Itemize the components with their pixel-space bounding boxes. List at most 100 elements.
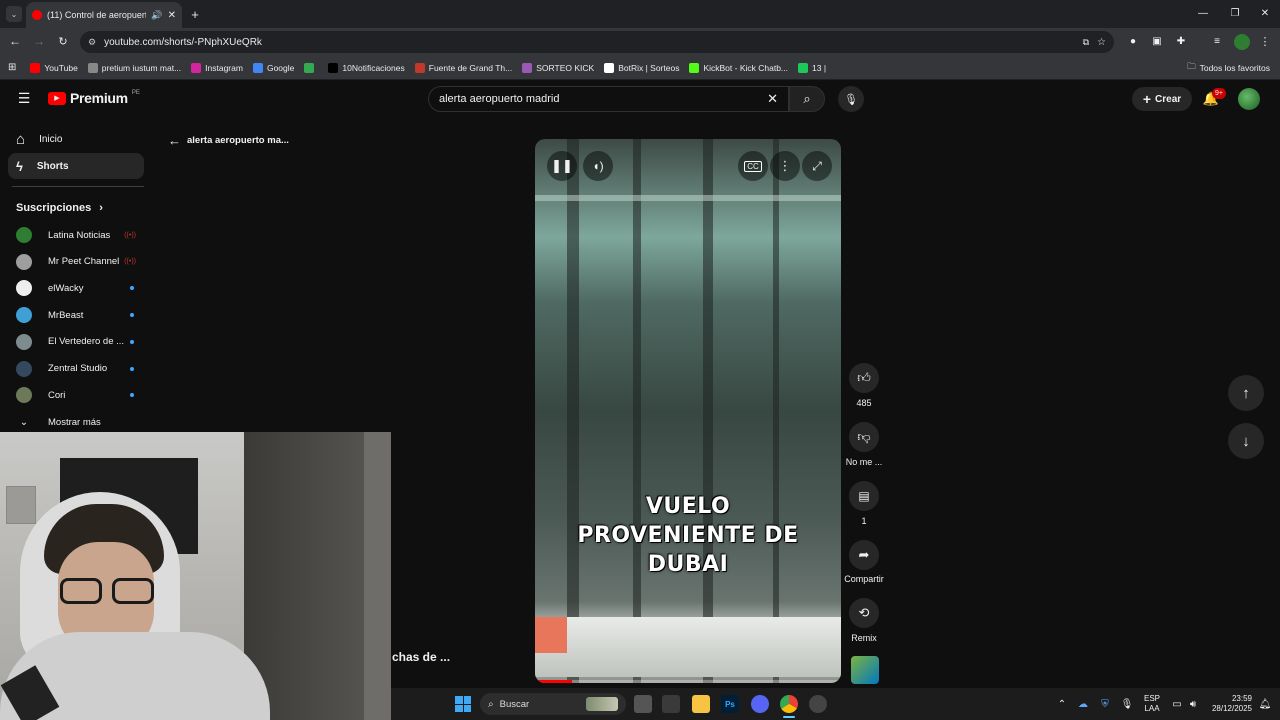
comments-button[interactable]: ▤ xyxy=(849,481,879,511)
extension-icon[interactable]: ● xyxy=(1126,34,1140,48)
remix-button[interactable]: ⟲ xyxy=(849,598,879,628)
partial-video-title: chas de ... xyxy=(392,650,451,664)
photoshop-icon[interactable]: Ps xyxy=(721,695,739,713)
short-video-player[interactable] xyxy=(535,139,841,683)
windows-start-icon[interactable] xyxy=(455,696,471,712)
youtube-logo[interactable]: ▶ Premium PE xyxy=(48,90,140,106)
bookmark-item[interactable]: pretium iustum mat... xyxy=(87,62,181,73)
fullscreen-button[interactable]: ⤢ xyxy=(802,151,832,181)
bookmark-label: BotRix | Sorteos xyxy=(618,62,680,73)
discord-icon[interactable] xyxy=(751,695,769,713)
extension-2-icon[interactable]: ▣ xyxy=(1150,34,1164,48)
fullscreen-icon: ⤢ xyxy=(812,158,822,173)
browser-tab[interactable]: (11) Control de aeropuerto 🔊 ✕ xyxy=(26,2,182,28)
back-to-search[interactable]: ← alerta aeropuerto ma... xyxy=(168,133,289,148)
dislike-button[interactable]: 👎︎ xyxy=(849,422,879,452)
create-button[interactable]: + Crear xyxy=(1132,87,1192,111)
subscription-item[interactable]: elWacky xyxy=(16,277,140,299)
chrome-icon[interactable] xyxy=(780,695,798,713)
bookmark-item[interactable]: Google xyxy=(252,62,294,73)
all-bookmarks[interactable]: 🗀 Todos los favoritos xyxy=(1187,61,1270,75)
subscription-item[interactable]: MrBeast xyxy=(16,304,140,326)
cc-icon: CC xyxy=(744,160,762,172)
video-progress-track[interactable] xyxy=(535,680,841,683)
bookmark-item[interactable]: KickBot - Kick Chatb... xyxy=(689,62,788,73)
sidebar-item-shorts[interactable]: ϟ Shorts xyxy=(8,153,144,179)
subscriptions-header[interactable]: Suscripciones › xyxy=(16,202,103,214)
bookmark-item[interactable] xyxy=(304,62,318,73)
volume-button[interactable]: ◖) xyxy=(583,151,613,181)
arrow-left-icon: ← xyxy=(168,133,181,148)
subscription-item[interactable]: El Vertedero de ... xyxy=(16,331,140,353)
tray-chevron-icon[interactable]: ⌃ xyxy=(1056,698,1068,710)
mic-tray-icon[interactable]: 🎙 xyxy=(1120,698,1134,710)
close-window-icon[interactable]: ✕ xyxy=(1258,6,1272,20)
language-indicator[interactable]: ESP LAA xyxy=(1144,694,1160,714)
audio-thumbnail[interactable] xyxy=(851,656,879,684)
bookmark-item[interactable]: BotRix | Sorteos xyxy=(604,62,680,73)
subscription-item[interactable]: Zentral Studio xyxy=(16,358,140,380)
channel-name: Cori xyxy=(48,389,66,401)
app-icon[interactable] xyxy=(662,695,680,713)
notification-center-icon[interactable]: 🔔︎ xyxy=(1258,698,1272,710)
next-short-button[interactable]: ↓ xyxy=(1228,423,1264,459)
bookmark-item[interactable]: YouTube xyxy=(30,62,78,73)
hamburger-menu-icon[interactable]: ☰ xyxy=(16,90,32,106)
channel-avatar xyxy=(16,253,32,270)
taskbar-search[interactable]: ⌕ Buscar xyxy=(480,693,626,715)
new-tab-icon[interactable]: + xyxy=(188,6,202,22)
minimize-icon[interactable]: — xyxy=(1196,6,1210,20)
comment-icon: ▤ xyxy=(858,489,870,503)
subscription-item[interactable]: Cori xyxy=(16,384,140,406)
volume-icon: ◖) xyxy=(592,159,604,173)
puzzle-icon[interactable]: ✚ xyxy=(1174,34,1188,48)
pause-button[interactable]: ❚❚ xyxy=(547,151,577,181)
app-2-icon[interactable] xyxy=(809,695,827,713)
bookmark-star-icon[interactable]: ☆ xyxy=(1097,37,1106,48)
like-button[interactable]: 👍︎ xyxy=(849,363,879,393)
task-view-icon[interactable] xyxy=(634,695,652,713)
bookmark-favicon-icon xyxy=(252,62,263,73)
channel-name: Zentral Studio xyxy=(48,363,108,374)
install-icon[interactable]: ⧉ xyxy=(1083,37,1089,48)
reload-icon[interactable]: ↻ xyxy=(56,34,70,48)
tab-search-icon[interactable]: ⌄ xyxy=(6,6,22,22)
file-explorer-icon[interactable] xyxy=(692,695,710,713)
forward-icon[interactable]: → xyxy=(32,34,46,48)
network-icon[interactable]: ▭ xyxy=(1170,698,1184,710)
previous-short-button[interactable]: ↑ xyxy=(1228,375,1264,411)
subscription-item[interactable]: Mr Peet Channel ((•)) xyxy=(16,251,140,273)
caption-line: DUBAI xyxy=(647,552,729,577)
share-button[interactable]: ➦ xyxy=(849,540,879,570)
more-options-button[interactable]: ⋮ xyxy=(770,151,800,181)
address-bar[interactable]: ⚙ youtube.com/shorts/-PNphXUeQRk ⧉ ☆ xyxy=(80,31,1114,53)
bookmark-item[interactable]: 13 | xyxy=(798,62,826,73)
back-icon[interactable]: ← xyxy=(8,34,22,48)
account-avatar[interactable] xyxy=(1238,88,1260,110)
voice-search-button[interactable]: 🎙 xyxy=(838,86,864,112)
show-more-button[interactable]: ⌄ Mostrar más xyxy=(16,411,140,433)
bookmark-item[interactable]: 10Notificaciones xyxy=(328,62,405,73)
site-info-icon[interactable]: ⚙ xyxy=(88,37,96,48)
thumbs-down-icon: 👎︎ xyxy=(857,429,871,444)
sidebar-item-home[interactable]: ⌂ Inicio xyxy=(8,126,144,152)
bookmark-item[interactable]: Instagram xyxy=(191,62,243,73)
security-icon[interactable]: ⛨ xyxy=(1098,698,1112,710)
bookmark-item[interactable]: Fuente de Grand Th... xyxy=(414,62,512,73)
restore-icon[interactable]: ❐ xyxy=(1228,6,1242,20)
apps-grid-icon[interactable]: ⊞ xyxy=(8,62,16,73)
audio-icon[interactable]: 🔊 xyxy=(151,10,162,21)
profile-avatar[interactable] xyxy=(1234,34,1250,50)
bookmark-item[interactable]: SORTEO KICK xyxy=(522,62,594,73)
search-input[interactable]: alerta aeropuerto madrid ✕ xyxy=(428,86,789,112)
clock[interactable]: 23:59 28/12/2025 xyxy=(1204,694,1252,714)
menu-dots-icon[interactable]: ⋮ xyxy=(1260,34,1271,48)
onedrive-icon[interactable]: ☁ xyxy=(1076,698,1090,710)
close-tab-icon[interactable]: ✕ xyxy=(168,10,176,21)
volume-tray-icon[interactable]: 🔊︎ xyxy=(1186,698,1200,710)
subscription-item[interactable]: Latina Noticias ((•)) xyxy=(16,224,140,246)
reading-list-icon[interactable]: ≡ xyxy=(1210,34,1224,48)
clear-search-icon[interactable]: ✕ xyxy=(767,91,778,107)
captions-button[interactable]: CC xyxy=(738,151,768,181)
search-button[interactable]: ⌕ xyxy=(789,86,825,112)
